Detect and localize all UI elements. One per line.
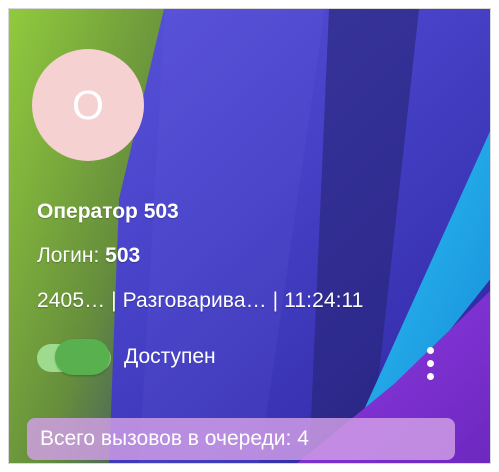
- availability-label: Доступен: [124, 345, 216, 368]
- availability-toggle-knob[interactable]: [55, 339, 110, 375]
- login-label: Логин:: [37, 244, 100, 267]
- more-vertical-icon: [427, 347, 434, 354]
- queue-count-text: Всего вызовов в очереди: 4: [40, 427, 309, 450]
- more-menu-button[interactable]: [420, 343, 442, 385]
- more-vertical-icon: [427, 373, 434, 380]
- login-value: 503: [105, 244, 141, 267]
- operator-card: O Оператор 503 Логин: 503 2405… | Разгов…: [0, 0, 499, 472]
- call-status-line: 2405… | Разговарива… | 11:24:11: [37, 289, 364, 312]
- queue-status-badge: Всего вызовов в очереди: 4: [27, 418, 455, 460]
- operator-name: Оператор 503: [37, 200, 179, 223]
- login-line: Логин: 503: [37, 244, 140, 268]
- avatar-letter: O: [72, 81, 104, 128]
- avatar: O: [32, 49, 144, 161]
- more-vertical-icon: [427, 360, 434, 367]
